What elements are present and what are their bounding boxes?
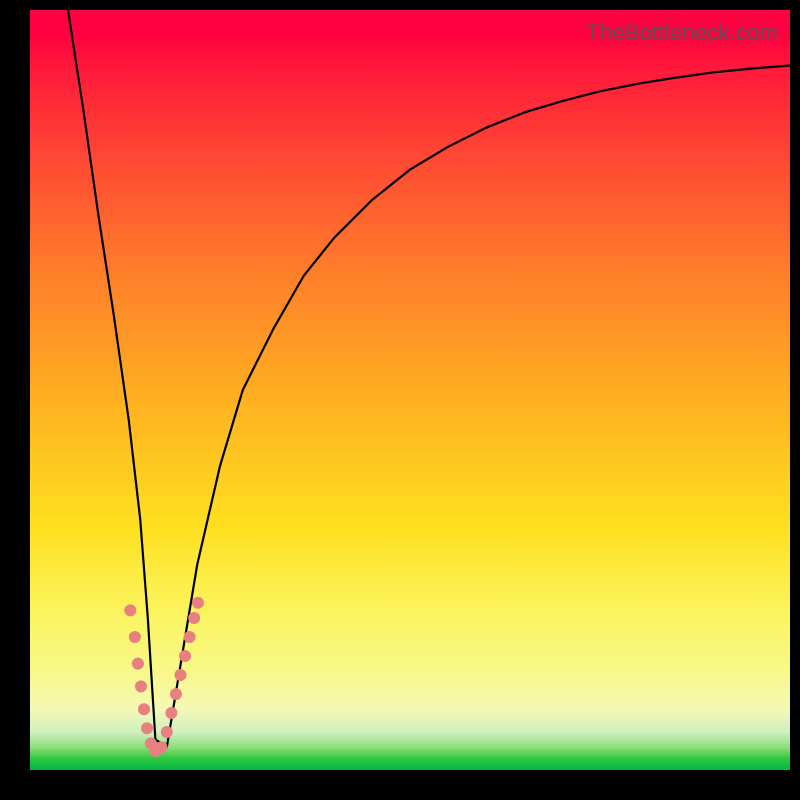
scatter-dot (138, 703, 150, 715)
watermark-text: TheBottleneck.com (586, 20, 778, 46)
scatter-dot (132, 658, 144, 670)
scatter-dot (129, 631, 141, 643)
scatter-dot (124, 604, 136, 616)
bottleneck-curve (68, 10, 790, 747)
scatter-dot (135, 680, 147, 692)
scatter-dot (155, 741, 167, 753)
curve-svg-layer (30, 10, 790, 770)
scatter-dot (170, 688, 182, 700)
plot-area: TheBottleneck.com (30, 10, 790, 770)
scatter-dots (124, 597, 204, 757)
scatter-dot (174, 669, 186, 681)
scatter-dot (161, 726, 173, 738)
scatter-dot (179, 650, 191, 662)
scatter-dot (184, 631, 196, 643)
scatter-dot (192, 597, 204, 609)
scatter-dot (141, 722, 153, 734)
scatter-dot (165, 707, 177, 719)
scatter-dot (188, 612, 200, 624)
chart-container: TheBottleneck.com (0, 0, 800, 800)
bottleneck-curve-path (68, 10, 790, 747)
